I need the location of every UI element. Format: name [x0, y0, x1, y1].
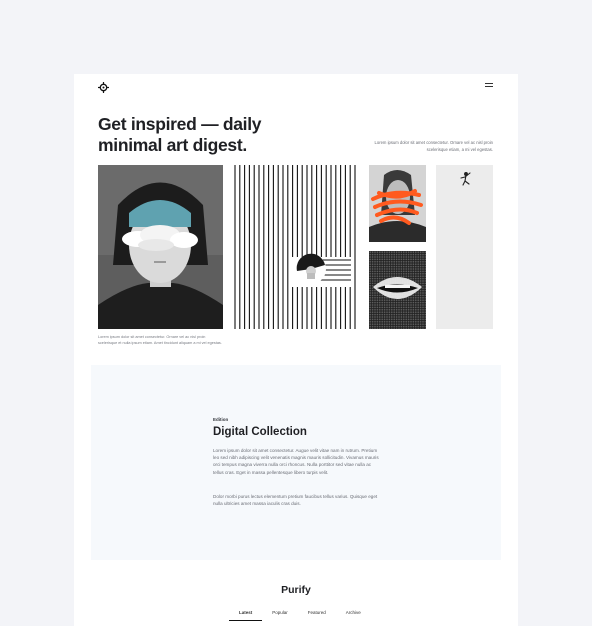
headline-line-1: Get inspired — daily	[98, 114, 262, 134]
crosshair-logo-icon[interactable]	[98, 82, 109, 93]
page-card: Get inspired — daily minimal art digest.…	[74, 74, 518, 626]
headline-line-2: minimal art digest.	[98, 135, 247, 155]
page-title: Get inspired — daily minimal art digest.	[98, 114, 298, 156]
gallery-image-woman-clouds[interactable]	[98, 165, 223, 329]
hamburger-menu-icon[interactable]	[485, 83, 493, 91]
tab-featured[interactable]: Featured	[298, 609, 336, 621]
gallery-image-dancer[interactable]	[436, 165, 493, 329]
edition-paragraph-1: Lorem ipsum dolor sit amet consectetur. …	[213, 448, 379, 475]
gallery-caption: Lorem ipsum dolor sit amet consectetur. …	[98, 335, 222, 345]
edition-eyebrow: Edition	[213, 417, 229, 422]
gallery-image-line-art[interactable]	[233, 165, 359, 329]
tab-popular[interactable]: Popular	[262, 609, 298, 621]
gallery-image-halftone-lips[interactable]	[369, 251, 426, 329]
tab-latest[interactable]: Latest	[229, 609, 263, 621]
footer-title: Purify	[281, 584, 311, 596]
edition-section: Edition Digital Collection Lorem ipsum d…	[91, 365, 501, 560]
footer-tabs: Latest Popular Featured Archive	[229, 609, 371, 621]
edition-paragraph-2: Dolor morbi purus lectus elementum preti…	[213, 494, 378, 507]
tab-archive[interactable]: Archive	[336, 609, 371, 621]
edition-title: Digital Collection	[213, 426, 307, 438]
gallery-image-orange-portrait[interactable]	[369, 165, 426, 242]
intro-text: Lorem ipsum dolor sit amet consectetur. …	[374, 140, 493, 152]
